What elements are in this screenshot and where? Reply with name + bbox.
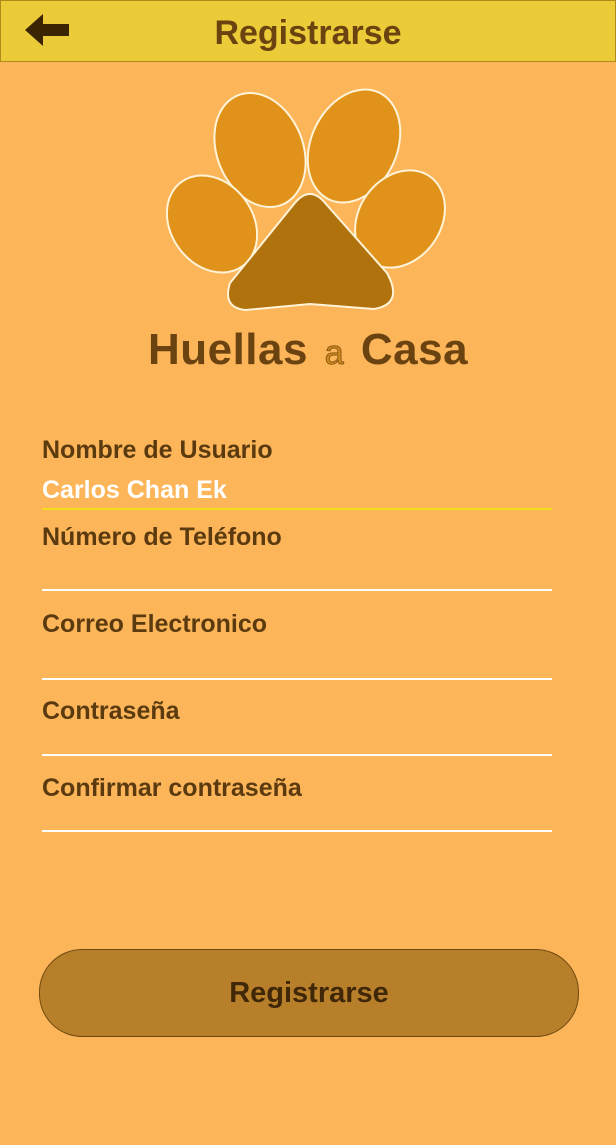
brand-connector: a <box>324 334 345 373</box>
brand-name: Huellas a Casa <box>0 325 616 375</box>
phone-underline <box>42 589 552 591</box>
email-underline <box>42 678 552 680</box>
register-button-label: Registrarse <box>229 976 389 1009</box>
paw-icon <box>165 88 446 312</box>
password-underline <box>42 754 552 756</box>
username-label: Nombre de Usuario <box>42 436 273 464</box>
password-input[interactable] <box>42 736 552 766</box>
phone-field[interactable]: Número de Teléfono <box>42 523 552 592</box>
phone-input[interactable] <box>42 562 552 592</box>
username-underline <box>42 508 552 510</box>
phone-label: Número de Teléfono <box>42 523 282 551</box>
email-label: Correo Electronico <box>42 610 268 638</box>
brand-part1: Huellas <box>147 325 308 374</box>
confirm-password-label: Confirmar contraseña <box>42 774 302 802</box>
email-input[interactable] <box>42 649 552 679</box>
password-label: Contraseña <box>42 697 180 725</box>
password-field[interactable]: Contraseña <box>42 697 552 766</box>
page-title: Registrarse <box>214 14 402 52</box>
username-input[interactable]: Carlos Chan Ek <box>42 475 552 505</box>
email-field[interactable]: Correo Electronico <box>42 610 552 680</box>
confirm-password-input[interactable] <box>42 813 552 843</box>
confirm-password-field[interactable]: Confirmar contraseña <box>42 774 552 843</box>
confirm-password-underline <box>42 830 552 832</box>
register-button[interactable]: Registrarse <box>39 949 579 1037</box>
top-bar: Registrarse <box>0 0 616 62</box>
username-field[interactable]: Nombre de Usuario Carlos Chan Ek <box>42 436 552 510</box>
brand-part2: Casa <box>360 325 469 374</box>
